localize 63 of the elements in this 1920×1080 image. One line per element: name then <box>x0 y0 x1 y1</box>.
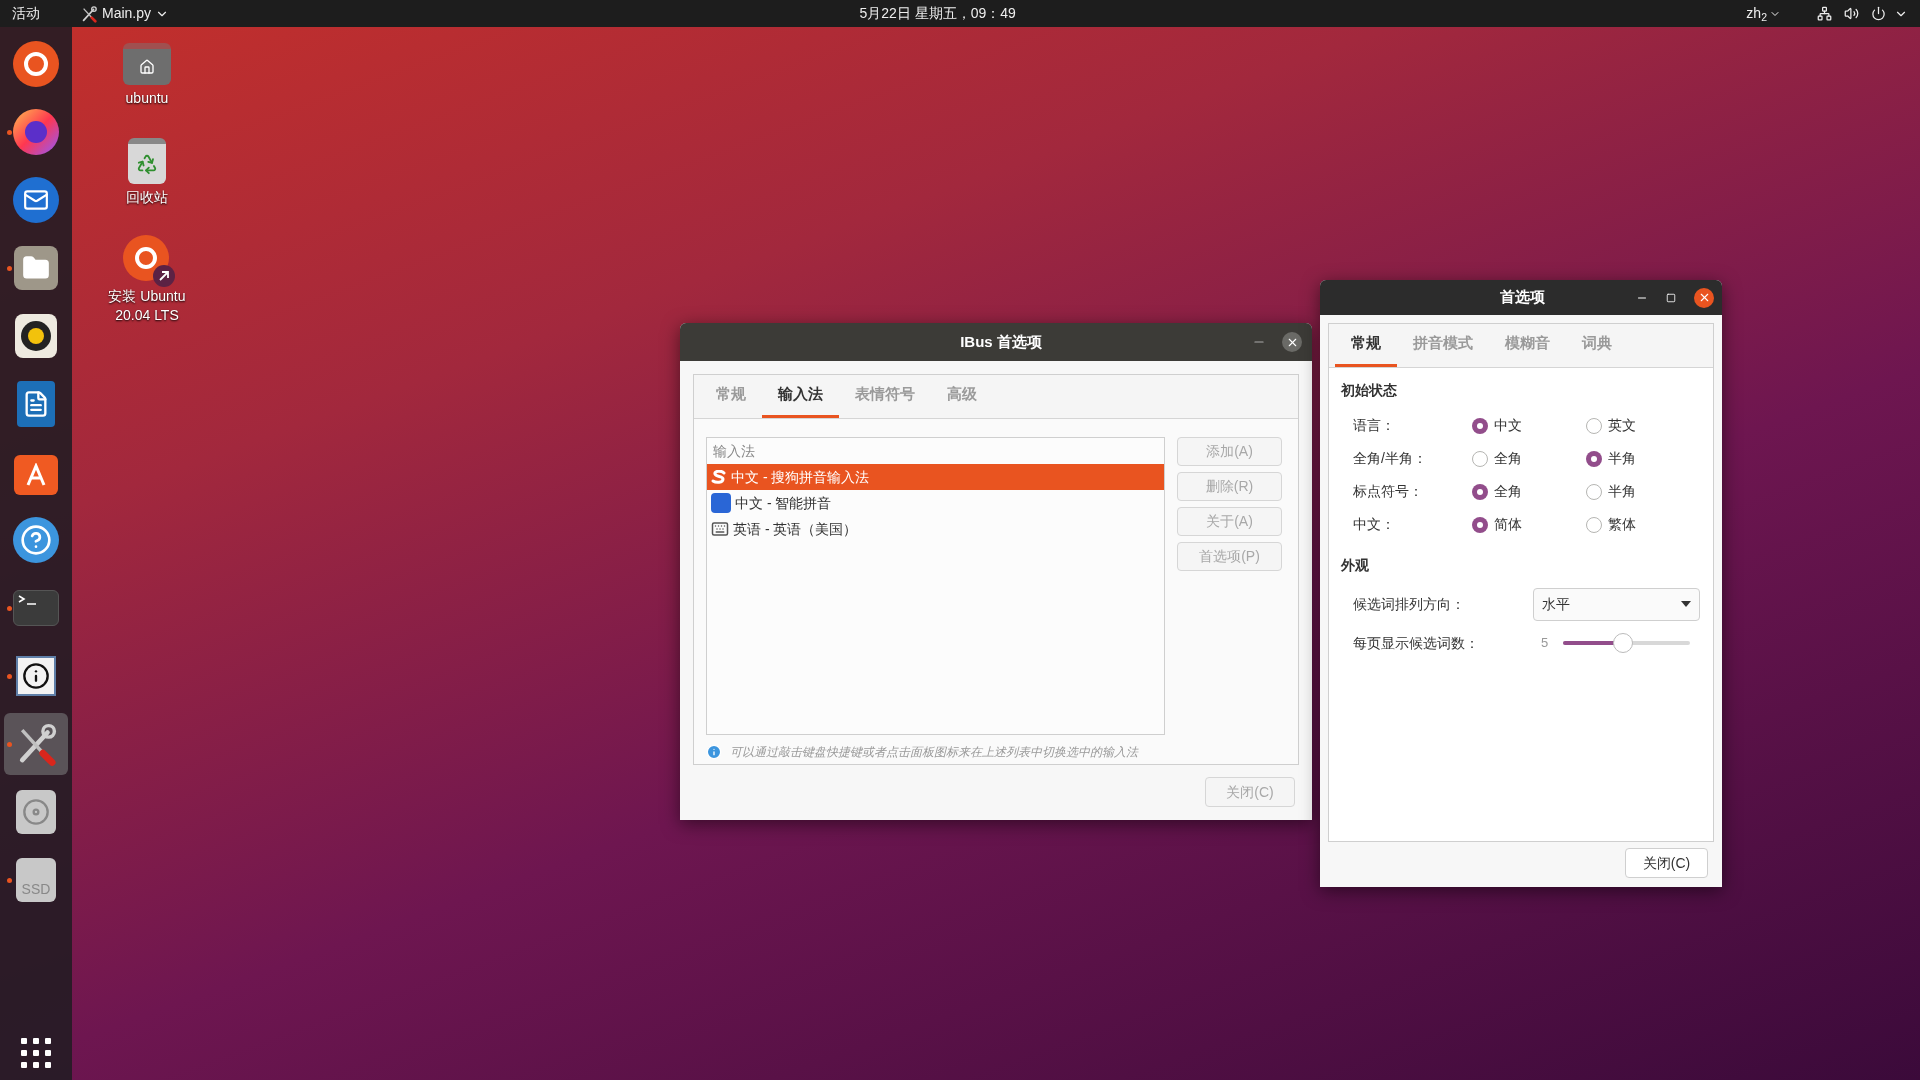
dropdown-caret-icon <box>1681 601 1691 607</box>
option-label: 标点符号： <box>1353 482 1424 501</box>
section-heading: 外观 <box>1341 556 1370 575</box>
radio-button[interactable] <box>1471 417 1488 434</box>
maximize-icon[interactable] <box>1666 292 1676 303</box>
radio-label[interactable]: 全角 <box>1493 448 1522 469</box>
radio-label[interactable]: 繁体 <box>1608 514 1637 535</box>
radio-label[interactable]: 简体 <box>1493 514 1522 535</box>
home-folder-icon <box>123 43 171 85</box>
info-icon <box>706 744 722 760</box>
radio-button[interactable] <box>1586 483 1603 500</box>
window-title: IBus 首选项 <box>959 331 1043 352</box>
keyboard-icon <box>711 520 729 538</box>
input-method-row[interactable]: 中文 - 搜狗拼音输入法 <box>707 464 1164 490</box>
option-label: 语言： <box>1353 416 1396 435</box>
radio-label[interactable]: 全角 <box>1493 481 1522 502</box>
desktop-icon-label[interactable]: 安装 Ubuntu 20.04 LTS <box>108 287 186 325</box>
clock[interactable]: 5月22日 星期五，09：49 <box>859 3 1016 24</box>
radio-label[interactable]: 半角 <box>1608 448 1637 469</box>
input-source-indicator[interactable]: zh$_{2}$ <box>1746 3 1781 24</box>
app-menu[interactable]: Main.py <box>80 3 170 24</box>
power-icon[interactable] <box>1871 6 1886 21</box>
radio-button[interactable] <box>1586 450 1603 467</box>
input-method-row[interactable]: 中文 - 智能拼音 <box>707 490 1164 516</box>
orientation-dropdown[interactable]: 水平 <box>1533 587 1700 621</box>
close-button[interactable] <box>1282 332 1302 352</box>
radio-button[interactable] <box>1586 516 1603 533</box>
slider-thumb[interactable] <box>1612 633 1633 653</box>
desktop-icon-label[interactable]: ubuntu <box>125 89 169 108</box>
network-icon[interactable] <box>1817 6 1832 21</box>
close-button[interactable]: 关闭(C) <box>1625 848 1708 878</box>
hint-text: 可以通过敲击键盘快捷键或者点击面板图标来在上述列表中切换选中的输入法 <box>730 744 1138 761</box>
radio-button[interactable] <box>1471 516 1488 533</box>
radio-button[interactable] <box>1471 483 1488 500</box>
option-label: 候选词排列方向： <box>1353 594 1466 614</box>
pinyin-icon <box>711 493 731 513</box>
window-title: 首选项 <box>1498 287 1546 308</box>
radio-button[interactable] <box>1586 417 1603 434</box>
trash-icon <box>128 138 166 184</box>
close-button[interactable] <box>1694 287 1714 308</box>
radio-label[interactable]: 英文 <box>1608 415 1637 436</box>
radio-label[interactable]: 中文 <box>1493 415 1522 436</box>
speaker-icon[interactable] <box>12 312 60 360</box>
tab[interactable]: 输入法 <box>762 374 839 418</box>
option-label: 每页显示候选词数： <box>1353 633 1480 653</box>
swirl-logo-icon <box>711 470 727 484</box>
folder-icon[interactable] <box>12 244 60 292</box>
desktop-icon-label[interactable]: 回收站 <box>126 188 168 207</box>
volume-icon[interactable] <box>1844 6 1859 21</box>
option-label: 全角/半角： <box>1353 449 1428 468</box>
tools-icon <box>80 4 98 23</box>
tab[interactable]: 常规 <box>1335 323 1397 367</box>
slider-track[interactable] <box>1561 632 1692 654</box>
input-method-row[interactable]: 英语 - 英语（美国） <box>707 516 1164 542</box>
radio-button[interactable] <box>1471 450 1488 467</box>
slider-value: 5 <box>1541 634 1550 653</box>
section-heading: 初始状态 <box>1341 381 1398 400</box>
activities-button[interactable]: 活动 <box>12 3 40 24</box>
radio-label[interactable]: 半角 <box>1608 481 1637 502</box>
option-label: 中文： <box>1353 515 1396 534</box>
ubuntu-logo-icon <box>123 235 169 281</box>
apps-grid-icon[interactable] <box>21 1038 51 1068</box>
list-header: 输入法 <box>712 441 756 461</box>
